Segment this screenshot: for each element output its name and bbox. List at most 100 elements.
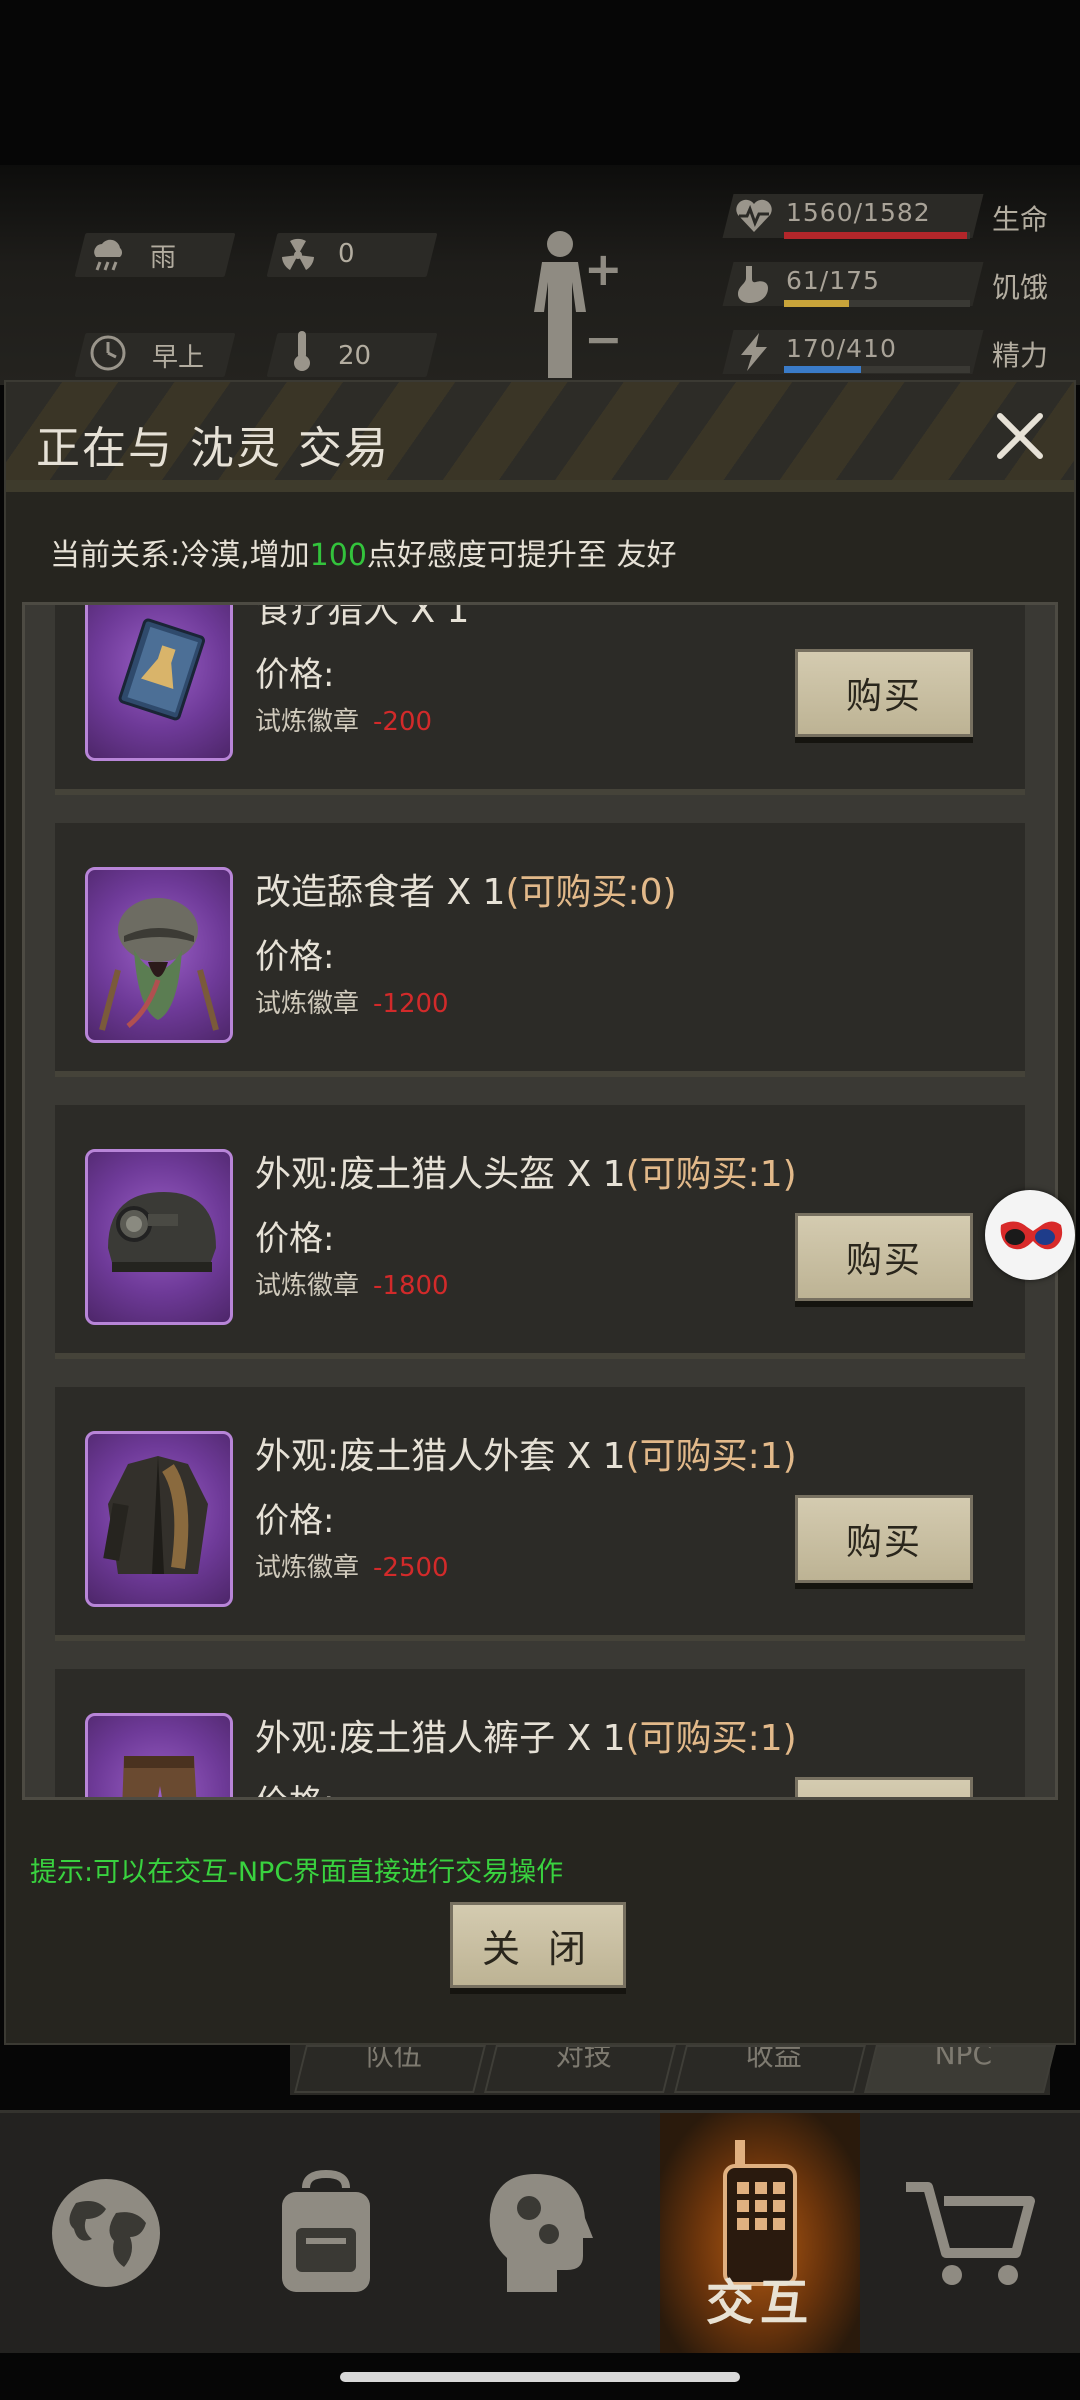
radiation-value: 0 xyxy=(338,239,355,269)
health-value: 1560/1582 xyxy=(786,198,931,227)
price-row: 试炼徽章 -2500 xyxy=(255,1547,449,1584)
price-label: 价格: xyxy=(255,937,335,977)
buy-button[interactable]: 购买 xyxy=(795,1495,973,1583)
currency-name: 试炼徽章 xyxy=(255,1271,360,1301)
list-item: 改造舔食者 X 1(可购买:0) 价格: 试炼徽章 -1200 xyxy=(55,823,1025,1077)
price-label: 价格: xyxy=(255,1501,335,1541)
nav-backpack[interactable] xyxy=(226,2113,426,2353)
dialog-title: 正在与 沈灵 交易 xyxy=(36,423,390,474)
bottom-nav: 交互 xyxy=(0,2110,1080,2353)
item-thumbnail xyxy=(85,1431,233,1607)
list-item: 外观:废土猎人裤子 X 1(可购买:1) 价格: 购买 xyxy=(55,1669,1025,1797)
plus-icon[interactable]: + xyxy=(584,246,623,292)
item-thumbnail xyxy=(85,1149,233,1325)
nav-skills[interactable] xyxy=(440,2113,640,2353)
coat-icon xyxy=(103,1456,208,1574)
tab-skills[interactable]: 对技 xyxy=(484,2045,676,2093)
item-thumbnail xyxy=(85,605,233,761)
close-icon[interactable] xyxy=(992,408,1048,464)
item-availability: (可购买:0) xyxy=(505,872,677,913)
tab-skills-label: 对技 xyxy=(555,2045,612,2072)
item-availability: (可购买:1) xyxy=(625,1436,797,1477)
thermometer-icon xyxy=(282,331,322,371)
item-name-text: 外观:废土猎人外套 X 1 xyxy=(255,1436,626,1477)
nav-interact-label: 交互 xyxy=(705,2275,814,2331)
price-row: 试炼徽章 -200 xyxy=(255,701,432,738)
list-item: 食疗猎人 X 1 价格: 试炼徽章 -200 购买 xyxy=(55,602,1025,795)
weather-text: 雨 xyxy=(150,243,177,273)
buy-button[interactable]: 购买 xyxy=(795,1213,973,1301)
item-name: 外观:废土猎人裤子 X 1(可购买:1) xyxy=(255,1709,797,1761)
price-value: -1800 xyxy=(373,1271,449,1301)
home-indicator[interactable] xyxy=(340,2372,740,2382)
price-value: -1200 xyxy=(373,989,449,1019)
radiation-icon xyxy=(278,235,318,275)
floating-assistant-button[interactable] xyxy=(985,1190,1075,1280)
hunger-label: 饥饿 xyxy=(992,271,1049,304)
item-name-text: 外观:废土猎人头盔 X 1 xyxy=(255,1154,626,1195)
backpack-icon xyxy=(282,2169,370,2292)
price-label: 价格: xyxy=(255,1775,334,1797)
clock-icon xyxy=(88,333,128,373)
item-thumbnail xyxy=(85,1713,233,1797)
energy-label: 精力 xyxy=(992,339,1049,372)
glasses-icon xyxy=(1000,1221,1063,1250)
head-gears-icon xyxy=(489,2174,593,2292)
tab-income-label: 收益 xyxy=(745,2045,802,2072)
pants-icon xyxy=(122,1756,197,1797)
item-name-text: 改造舔食者 X 1 xyxy=(255,872,506,913)
relation-suffix: 点好感度可提升至 友好 xyxy=(366,538,677,573)
close-button[interactable]: 关 闭 xyxy=(450,1902,626,1988)
item-availability: (可购买:1) xyxy=(625,1154,797,1195)
tab-npc-label: NPC xyxy=(935,2045,993,2071)
nav-world[interactable] xyxy=(6,2113,206,2353)
buy-button[interactable]: 购买 xyxy=(795,649,973,737)
price-value: -200 xyxy=(373,707,433,737)
hunger-value: 61/175 xyxy=(786,266,880,295)
buy-button[interactable]: 购买 xyxy=(795,1777,973,1797)
currency-name: 试炼徽章 xyxy=(255,707,360,737)
health-bar-fill xyxy=(784,232,968,239)
blue-book-icon xyxy=(118,618,206,721)
relation-prefix: 当前关系:冷漠,增加 xyxy=(50,538,310,573)
hunger-bar-fill xyxy=(784,300,849,307)
tab-npc[interactable]: NPC xyxy=(864,2045,1056,2093)
nav-interact[interactable]: 交互 xyxy=(660,2113,860,2353)
relation-text: 当前关系:冷漠,增加100点好感度可提升至 友好 xyxy=(50,530,676,574)
cart-icon xyxy=(906,2182,1035,2285)
item-thumbnail xyxy=(85,867,233,1043)
item-name: 食疗猎人 X 1 xyxy=(255,602,470,633)
trade-dialog: 正在与 沈灵 交易 当前关系:冷漠,增加100点好感度可提升至 友好 食疗猎人 … xyxy=(4,380,1076,2045)
helmet-icon xyxy=(108,1192,216,1272)
tab-income[interactable]: 收益 xyxy=(674,2045,866,2093)
health-bar xyxy=(784,232,970,239)
item-name: 改造舔食者 X 1(可购买:0) xyxy=(255,863,677,915)
item-name-text: 食疗猎人 X 1 xyxy=(255,602,470,631)
item-list[interactable]: 食疗猎人 X 1 价格: 试炼徽章 -200 购买 改造舔食者 X 1(可购买:0… xyxy=(22,602,1058,1800)
energy-bar xyxy=(784,366,970,373)
tab-team-label: 队伍 xyxy=(365,2045,422,2072)
currency-name: 试炼徽章 xyxy=(255,989,360,1019)
list-item: 外观:废土猎人头盔 X 1(可购买:1) 价格: 试炼徽章 -1800 购买 xyxy=(55,1105,1025,1359)
price-value: -2500 xyxy=(373,1553,449,1583)
currency-name: 试炼徽章 xyxy=(255,1553,360,1583)
price-label: 价格: xyxy=(255,1219,335,1259)
tip-text: 提示:可以在交互-NPC界面直接进行交易操作 xyxy=(30,1857,564,1888)
globe-icon xyxy=(52,2179,160,2287)
item-name: 外观:废土猎人头盔 X 1(可购买:1) xyxy=(255,1145,797,1197)
item-name: 外观:废土猎人外套 X 1(可购买:1) xyxy=(255,1427,797,1479)
lightning-icon xyxy=(732,330,776,374)
rain-cloud-icon xyxy=(88,235,128,275)
item-name-text: 外观:废土猎人裤子 X 1 xyxy=(255,1718,626,1759)
hunger-bar xyxy=(784,300,970,307)
tab-team[interactable]: 队伍 xyxy=(294,2045,486,2093)
energy-value: 170/410 xyxy=(786,334,897,363)
relation-points: 100 xyxy=(309,538,367,573)
price-row: 试炼徽章 -1200 xyxy=(255,983,449,1020)
minus-icon[interactable]: − xyxy=(584,316,623,362)
temperature-value: 20 xyxy=(338,341,372,371)
price-label: 价格: xyxy=(255,655,335,695)
heart-pulse-icon xyxy=(732,194,776,238)
nav-shop[interactable] xyxy=(870,2113,1070,2353)
mutant-licker-icon xyxy=(99,898,219,1031)
